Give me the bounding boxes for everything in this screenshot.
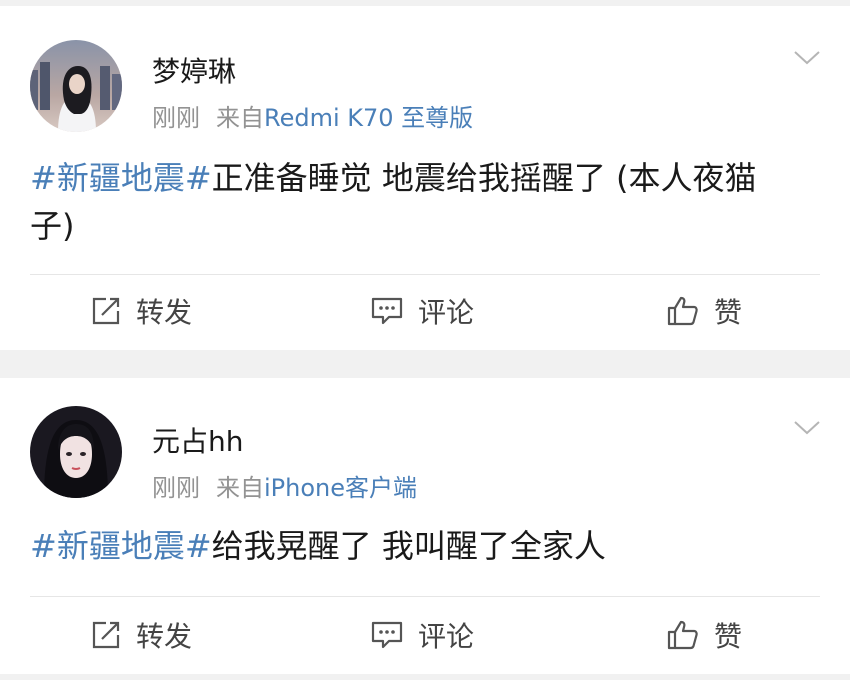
post-text: 给我晃醒了 我叫醒了全家人 <box>211 527 606 565</box>
post-content: #新疆地震#正准备睡觉 地震给我摇醒了 (本人夜猫子) <box>30 154 800 250</box>
like-button[interactable]: 赞 <box>666 276 742 346</box>
like-label: 赞 <box>714 620 743 653</box>
action-bar: 转发 评论 赞 <box>0 600 850 670</box>
username[interactable]: 梦婷琳 <box>152 50 236 90</box>
repost-label: 转发 <box>136 620 193 653</box>
post-meta: 刚刚 来自Redmi K70 至尊版 <box>152 98 473 133</box>
divider <box>30 274 820 275</box>
repost-button[interactable]: 转发 <box>90 600 192 670</box>
post-content: #新疆地震#给我晃醒了 我叫醒了全家人 <box>30 522 800 570</box>
chevron-down-icon[interactable] <box>792 418 822 438</box>
comment-icon <box>371 297 403 325</box>
hashtag-link[interactable]: #新疆地震# <box>30 527 212 565</box>
repost-label: 转发 <box>136 296 193 329</box>
comment-button[interactable]: 评论 <box>370 276 474 346</box>
weibo-post: 梦婷琳 刚刚 来自Redmi K70 至尊版 #新疆地震#正准备睡觉 地震给我摇醒… <box>0 6 850 350</box>
device-link[interactable]: iPhone客户端 <box>264 474 417 502</box>
like-label: 赞 <box>714 296 743 329</box>
divider <box>30 596 820 597</box>
comment-label: 评论 <box>418 296 475 329</box>
weibo-post: 元占hh 刚刚 来自iPhone客户端 #新疆地震#给我晃醒了 我叫醒了全家人 转… <box>0 378 850 674</box>
source-prefix: 来自 <box>216 104 264 132</box>
avatar[interactable] <box>30 40 122 132</box>
comment-button[interactable]: 评论 <box>370 600 474 670</box>
action-bar: 转发 评论 赞 <box>0 276 850 346</box>
hashtag-link[interactable]: #新疆地震# <box>30 159 212 197</box>
username[interactable]: 元占hh <box>152 420 244 460</box>
device-link[interactable]: Redmi K70 至尊版 <box>264 104 473 132</box>
like-icon <box>667 620 698 650</box>
comment-icon <box>371 621 403 649</box>
avatar[interactable] <box>30 406 122 498</box>
comment-label: 评论 <box>418 620 475 653</box>
like-button[interactable]: 赞 <box>666 600 742 670</box>
source-prefix: 来自 <box>216 474 264 502</box>
post-meta: 刚刚 来自iPhone客户端 <box>152 468 417 503</box>
post-time: 刚刚 <box>152 474 200 502</box>
repost-icon <box>92 621 120 649</box>
chevron-down-icon[interactable] <box>792 48 822 68</box>
repost-icon <box>92 297 120 325</box>
like-icon <box>667 296 698 326</box>
post-time: 刚刚 <box>152 104 200 132</box>
repost-button[interactable]: 转发 <box>90 276 192 346</box>
